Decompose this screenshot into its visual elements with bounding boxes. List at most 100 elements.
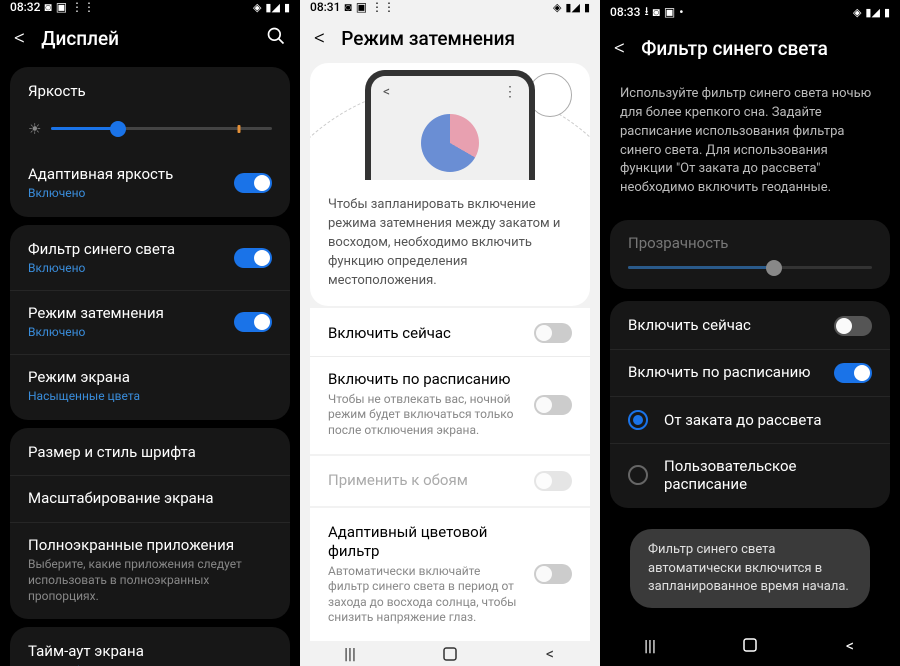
radio-custom[interactable] [628, 465, 648, 485]
status-time: 08:31 [310, 0, 340, 14]
wallpaper-toggle [534, 471, 572, 491]
dark-mode-toggle[interactable] [234, 312, 272, 332]
adaptive-brightness-toggle[interactable] [234, 173, 272, 193]
screen-mode-row[interactable]: Режим экрана Насыщенные цвета [10, 355, 290, 418]
desc-text: Чтобы запланировать включение режима зат… [310, 180, 590, 306]
battery-icon: ▮ [284, 1, 290, 14]
adaptive-brightness-label: Адаптивная яркость [28, 165, 222, 185]
timeout-row[interactable]: Тайм-аут экрана Период бездействия - 10 … [10, 629, 290, 666]
schedule-row[interactable]: Включить по расписанию [610, 350, 890, 397]
fullscreen-row[interactable]: Полноэкранные приложения Выберите, какие… [10, 523, 290, 617]
enable-now-label: Включить сейчас [328, 324, 451, 344]
radio-sunset-row[interactable]: От заката до рассвета [610, 397, 890, 444]
nav-home[interactable] [720, 636, 780, 654]
blue-light-row[interactable]: Фильтр синего света Включено [10, 227, 290, 291]
adaptive-filter-card: Адаптивный цветовой фильтр Автоматически… [310, 508, 590, 641]
facebook-icon: ▣ [356, 0, 367, 14]
header: < Режим затемнения [300, 14, 600, 63]
opacity-card: Прозрачность [610, 220, 890, 289]
nav-home[interactable] [420, 645, 480, 663]
opacity-label: Прозрачность [628, 234, 872, 252]
schedule-toggle[interactable] [834, 363, 872, 383]
font-label: Размер и стиль шрифта [28, 443, 196, 463]
schedule-row[interactable]: Включить по расписанию Чтобы не отвлекат… [310, 357, 590, 451]
nav-recents[interactable]: ||| [320, 644, 380, 663]
header: < Дисплей [0, 14, 300, 63]
radio-sunset-label: От заката до рассвета [664, 411, 821, 429]
battery-icon: ▮ [884, 6, 890, 19]
apps-icon: ⋮⋮ [71, 0, 95, 14]
enable-now-row[interactable]: Включить сейчас [310, 310, 590, 357]
nav-back[interactable]: < [520, 644, 580, 663]
size-card: Размер и стиль шрифта Масштабирование эк… [10, 428, 290, 619]
fullscreen-label: Полноэкранные приложения [28, 536, 272, 556]
screen-display: 08:32 ◙ ▣ ⋮⋮ ◈ ▮◢ ▮ < Дисплей Яркость [0, 0, 300, 666]
messenger-icon: ◙ [344, 0, 351, 14]
back-icon[interactable]: < [314, 26, 325, 51]
statusbar: 08:31 ◙ ▣ ⋮⋮ ◈ ▮◢ ▮ [300, 0, 600, 14]
radio-sunset[interactable] [628, 410, 648, 430]
search-icon[interactable] [266, 26, 286, 51]
zoom-row[interactable]: Масштабирование экрана [10, 476, 290, 523]
blue-light-sub: Включено [28, 261, 222, 277]
adaptive-filter-label: Адаптивный цветовой фильтр [328, 523, 522, 562]
facebook-icon: ▣ [664, 5, 675, 19]
header: < Фильтр синего света [600, 24, 900, 73]
signal-icon: ▮◢ [865, 6, 880, 19]
schedule-toggle[interactable] [534, 395, 572, 415]
brightness-slider[interactable] [51, 127, 272, 130]
dot-icon: • [679, 5, 683, 19]
dark-mode-row[interactable]: Режим затемнения Включено [10, 291, 290, 355]
radio-custom-label: Пользовательское расписание [664, 457, 872, 493]
dark-mode-label: Режим затемнения [28, 304, 222, 324]
toast: Фильтр синего света автоматически включи… [630, 529, 870, 608]
back-icon[interactable]: < [14, 26, 25, 51]
signal-icon: ▮◢ [565, 1, 580, 14]
screen-blue-light: 08:33 ⭳ ◙ ▣ • ◈ ▮◢ ▮ < Фильтр синего све… [600, 0, 900, 666]
dark-mode-sub: Включено [28, 325, 222, 341]
nav-recents[interactable]: ||| [620, 636, 680, 655]
messenger-icon: ◙ [44, 0, 51, 14]
back-icon[interactable]: < [614, 36, 625, 61]
font-row[interactable]: Размер и стиль шрифта [10, 430, 290, 477]
wifi-icon: ◈ [553, 1, 561, 14]
phone-mock: <⋮ [365, 70, 535, 180]
zoom-label: Масштабирование экрана [28, 489, 214, 509]
illustration: <⋮ [310, 63, 590, 180]
screen-dark-mode: 08:31 ◙ ▣ ⋮⋮ ◈ ▮◢ ▮ < Режим затемнения <… [300, 0, 600, 666]
sun-dim-icon: ☀ [28, 120, 41, 138]
enable-now-row[interactable]: Включить сейчас [610, 303, 890, 350]
wifi-icon: ◈ [253, 1, 261, 14]
adaptive-filter-toggle[interactable] [534, 564, 572, 584]
signal-icon: ▮◢ [265, 1, 280, 14]
toggle-card: Включить сейчас Включить по расписанию Ч… [310, 308, 590, 453]
brightness-label: Яркость [28, 82, 86, 102]
wallpaper-card: Применить к обоям [310, 456, 590, 506]
timeout-label: Тайм-аут экрана [28, 642, 272, 662]
nav-back[interactable]: < [820, 636, 880, 655]
enable-now-toggle[interactable] [834, 316, 872, 336]
apps-icon: ⋮⋮ [371, 0, 395, 14]
opacity-slider[interactable] [628, 266, 872, 269]
brightness-card: Яркость ☀ Адаптивная яркость Включено [10, 67, 290, 217]
enable-now-toggle[interactable] [534, 323, 572, 343]
enable-now-label: Включить сейчас [628, 316, 751, 336]
facebook-icon: ▣ [56, 0, 67, 14]
status-time: 08:33 [610, 5, 640, 19]
statusbar: 08:32 ◙ ▣ ⋮⋮ ◈ ▮◢ ▮ [0, 0, 300, 14]
statusbar: 08:33 ⭳ ◙ ▣ • ◈ ▮◢ ▮ [600, 0, 900, 24]
blue-light-toggle[interactable] [234, 248, 272, 268]
page-title: Дисплей [41, 27, 250, 50]
enable-card: Включить сейчас Включить по расписанию О… [610, 301, 890, 508]
screen-mode-label: Режим экрана [28, 368, 272, 388]
radio-custom-row[interactable]: Пользовательское расписание [610, 444, 890, 506]
page-title: Фильтр синего света [641, 37, 886, 60]
wallpaper-label: Применить к обоям [328, 471, 468, 491]
schedule-label: Включить по расписанию [628, 363, 811, 383]
wifi-icon: ◈ [853, 6, 861, 19]
navbar: ||| < [600, 624, 900, 666]
adaptive-filter-row[interactable]: Адаптивный цветовой фильтр Автоматически… [310, 510, 590, 639]
schedule-sub: Чтобы не отвлекать вас, ночной режим буд… [328, 392, 522, 439]
battery-icon: ▮ [584, 1, 590, 14]
status-time: 08:32 [10, 0, 40, 14]
